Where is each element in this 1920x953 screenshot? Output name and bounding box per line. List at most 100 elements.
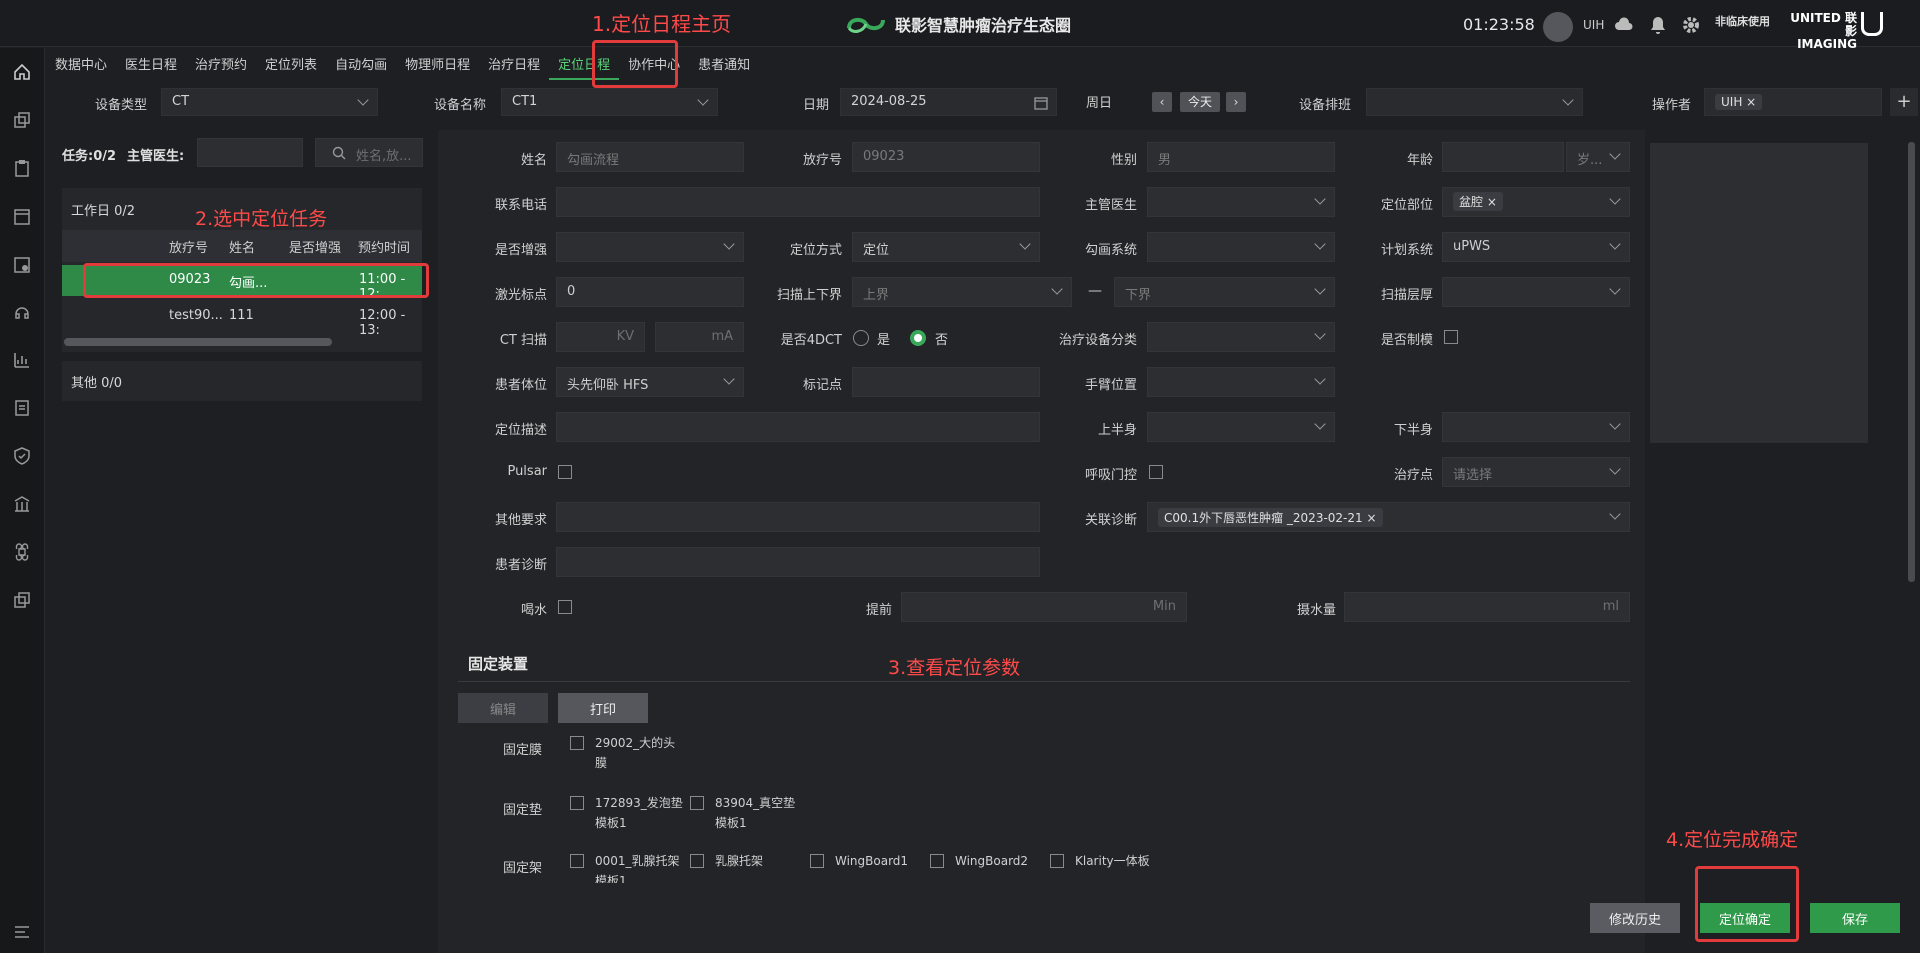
doctor-select[interactable] (1147, 187, 1335, 217)
plan-system-select[interactable]: uPWS (1442, 232, 1630, 262)
modify-history-button[interactable]: 修改历史 (1590, 903, 1680, 933)
film-checkbox[interactable] (570, 736, 584, 750)
print-button[interactable]: 打印 (558, 693, 648, 723)
vertical-scrollbar[interactable] (1908, 142, 1915, 582)
patient-diagnosis-textarea[interactable] (556, 547, 1040, 577)
laser-field[interactable]: 0 (556, 277, 744, 307)
tab-auto-contour[interactable]: 自动勾画 (326, 48, 396, 80)
positioning-desc-textarea[interactable] (556, 412, 1040, 442)
save-button[interactable]: 保存 (1810, 903, 1900, 933)
document-icon[interactable] (12, 398, 32, 418)
annotation-box-2 (83, 263, 429, 298)
tab-data-center[interactable]: 数据中心 (46, 48, 116, 80)
treatment-point-select[interactable]: 请选择 (1442, 457, 1630, 487)
tab-patient-notification[interactable]: 患者通知 (689, 48, 759, 80)
col-name[interactable]: 姓名 (229, 237, 255, 256)
tab-treatment-appointment[interactable]: 治疗预约 (186, 48, 256, 80)
device-type-select[interactable]: CT (161, 88, 378, 116)
name-field[interactable]: 勾画流程 (556, 142, 744, 172)
horizontal-scrollbar[interactable] (64, 338, 332, 346)
pulsar-checkbox[interactable] (558, 465, 572, 479)
edit-button[interactable]: 编辑 (458, 693, 548, 723)
shift-select[interactable] (1366, 88, 1583, 116)
doctor-filter-select[interactable] (197, 138, 303, 167)
menu-collapse-icon[interactable] (12, 922, 32, 942)
prev-day-button[interactable]: ‹ (1152, 92, 1172, 112)
sex-field[interactable]: 男 (1147, 142, 1335, 172)
frame-1-checkbox[interactable] (570, 854, 584, 868)
pad-1-checkbox[interactable] (570, 796, 584, 810)
marker-field[interactable] (852, 367, 1040, 397)
tab-positioning-list[interactable]: 定位列表 (256, 48, 326, 80)
patient-position-select[interactable]: 头先仰卧 HFS (556, 367, 744, 397)
chart-icon[interactable] (12, 350, 32, 370)
clipboard-icon[interactable] (12, 158, 32, 178)
cloud-icon[interactable] (1614, 15, 1634, 35)
phone-field[interactable] (556, 187, 1040, 217)
frame-4-checkbox[interactable] (930, 854, 944, 868)
contour-system-select[interactable] (1147, 232, 1335, 262)
date-picker[interactable]: 2024-08-25 (840, 88, 1057, 116)
tab-physicist-schedule[interactable]: 物理师日程 (396, 48, 479, 80)
calendar-icon (1034, 97, 1048, 110)
advance-field[interactable]: Min (901, 592, 1187, 622)
bell-icon[interactable] (1648, 15, 1668, 35)
device-name-select[interactable]: CT1 (501, 88, 718, 116)
calendar-icon[interactable] (12, 206, 32, 226)
arm-position-select[interactable] (1147, 367, 1335, 397)
frame-3-checkbox[interactable] (810, 854, 824, 868)
pad-2-checkbox[interactable] (690, 796, 704, 810)
age-unit-select[interactable]: 岁... (1566, 142, 1630, 172)
window-icon[interactable] (12, 590, 32, 610)
rt-no-field[interactable]: 09023 (852, 142, 1040, 172)
upper-body-select[interactable] (1147, 412, 1335, 442)
add-button[interactable]: + (1890, 88, 1918, 116)
operator-select[interactable]: UIH × (1704, 88, 1882, 116)
tab-treatment-schedule[interactable]: 治疗日程 (479, 48, 549, 80)
table-row[interactable]: test90... 111 12:00 - 13: (62, 301, 422, 338)
headset-icon[interactable] (12, 302, 32, 322)
4dct-yes-radio[interactable] (853, 330, 869, 346)
site-select[interactable]: 盆腔 × (1442, 187, 1630, 217)
age-field[interactable] (1442, 142, 1564, 172)
enhanced-select[interactable] (556, 232, 744, 262)
device-class-select[interactable] (1147, 322, 1335, 352)
home-icon[interactable] (12, 62, 32, 82)
tab-doctor-schedule[interactable]: 医生日程 (116, 48, 186, 80)
device-type-label: 设备类型 (95, 98, 148, 113)
4dct-no-radio[interactable] (910, 330, 926, 346)
lower-body-select[interactable] (1442, 412, 1630, 442)
scan-upper-select[interactable]: 上界 (852, 277, 1072, 307)
mold-checkbox[interactable] (1444, 330, 1458, 344)
patient-position-label: 患者体位 (494, 378, 547, 393)
user-name[interactable]: UIH (1583, 18, 1604, 32)
plan-system-value: uPWS (1453, 239, 1491, 254)
water-checkbox[interactable] (558, 600, 572, 614)
col-enhanced[interactable]: 是否增强 (289, 237, 341, 256)
gating-checkbox[interactable] (1149, 465, 1163, 479)
command-icon[interactable] (12, 542, 32, 562)
device-name-label: 设备名称 (434, 98, 487, 113)
ma-field[interactable]: mA (655, 322, 744, 352)
method-select[interactable]: 定位 (852, 232, 1040, 262)
col-appointment-time[interactable]: 预约时间 (358, 237, 410, 256)
avatar[interactable] (1543, 12, 1573, 42)
slice-thickness-select[interactable] (1442, 277, 1630, 307)
frame-5-checkbox[interactable] (1050, 854, 1064, 868)
shield-icon[interactable] (12, 446, 32, 466)
other-req-textarea[interactable] (556, 502, 1040, 532)
copy-icon[interactable] (12, 110, 32, 130)
gear-icon[interactable] (1681, 15, 1701, 35)
frame-2-checkbox[interactable] (690, 854, 704, 868)
col-rt-no[interactable]: 放疗号 (169, 237, 208, 256)
scan-lower-select[interactable]: 下界 (1114, 277, 1335, 307)
water-intake-field[interactable]: ml (1344, 592, 1630, 622)
schedule-icon[interactable] (12, 254, 32, 274)
linked-diagnosis-select[interactable]: C00.1外下唇恶性肿瘤 _2023-02-21 × (1147, 502, 1630, 532)
building-icon[interactable] (12, 494, 32, 514)
workday-group-title[interactable]: 工作日 0/2 (71, 200, 135, 219)
today-button[interactable]: 今天 (1180, 92, 1220, 112)
kv-field[interactable]: KV (556, 322, 645, 352)
next-day-button[interactable]: › (1226, 92, 1246, 112)
task-search-input[interactable]: 姓名,放... (315, 138, 423, 167)
